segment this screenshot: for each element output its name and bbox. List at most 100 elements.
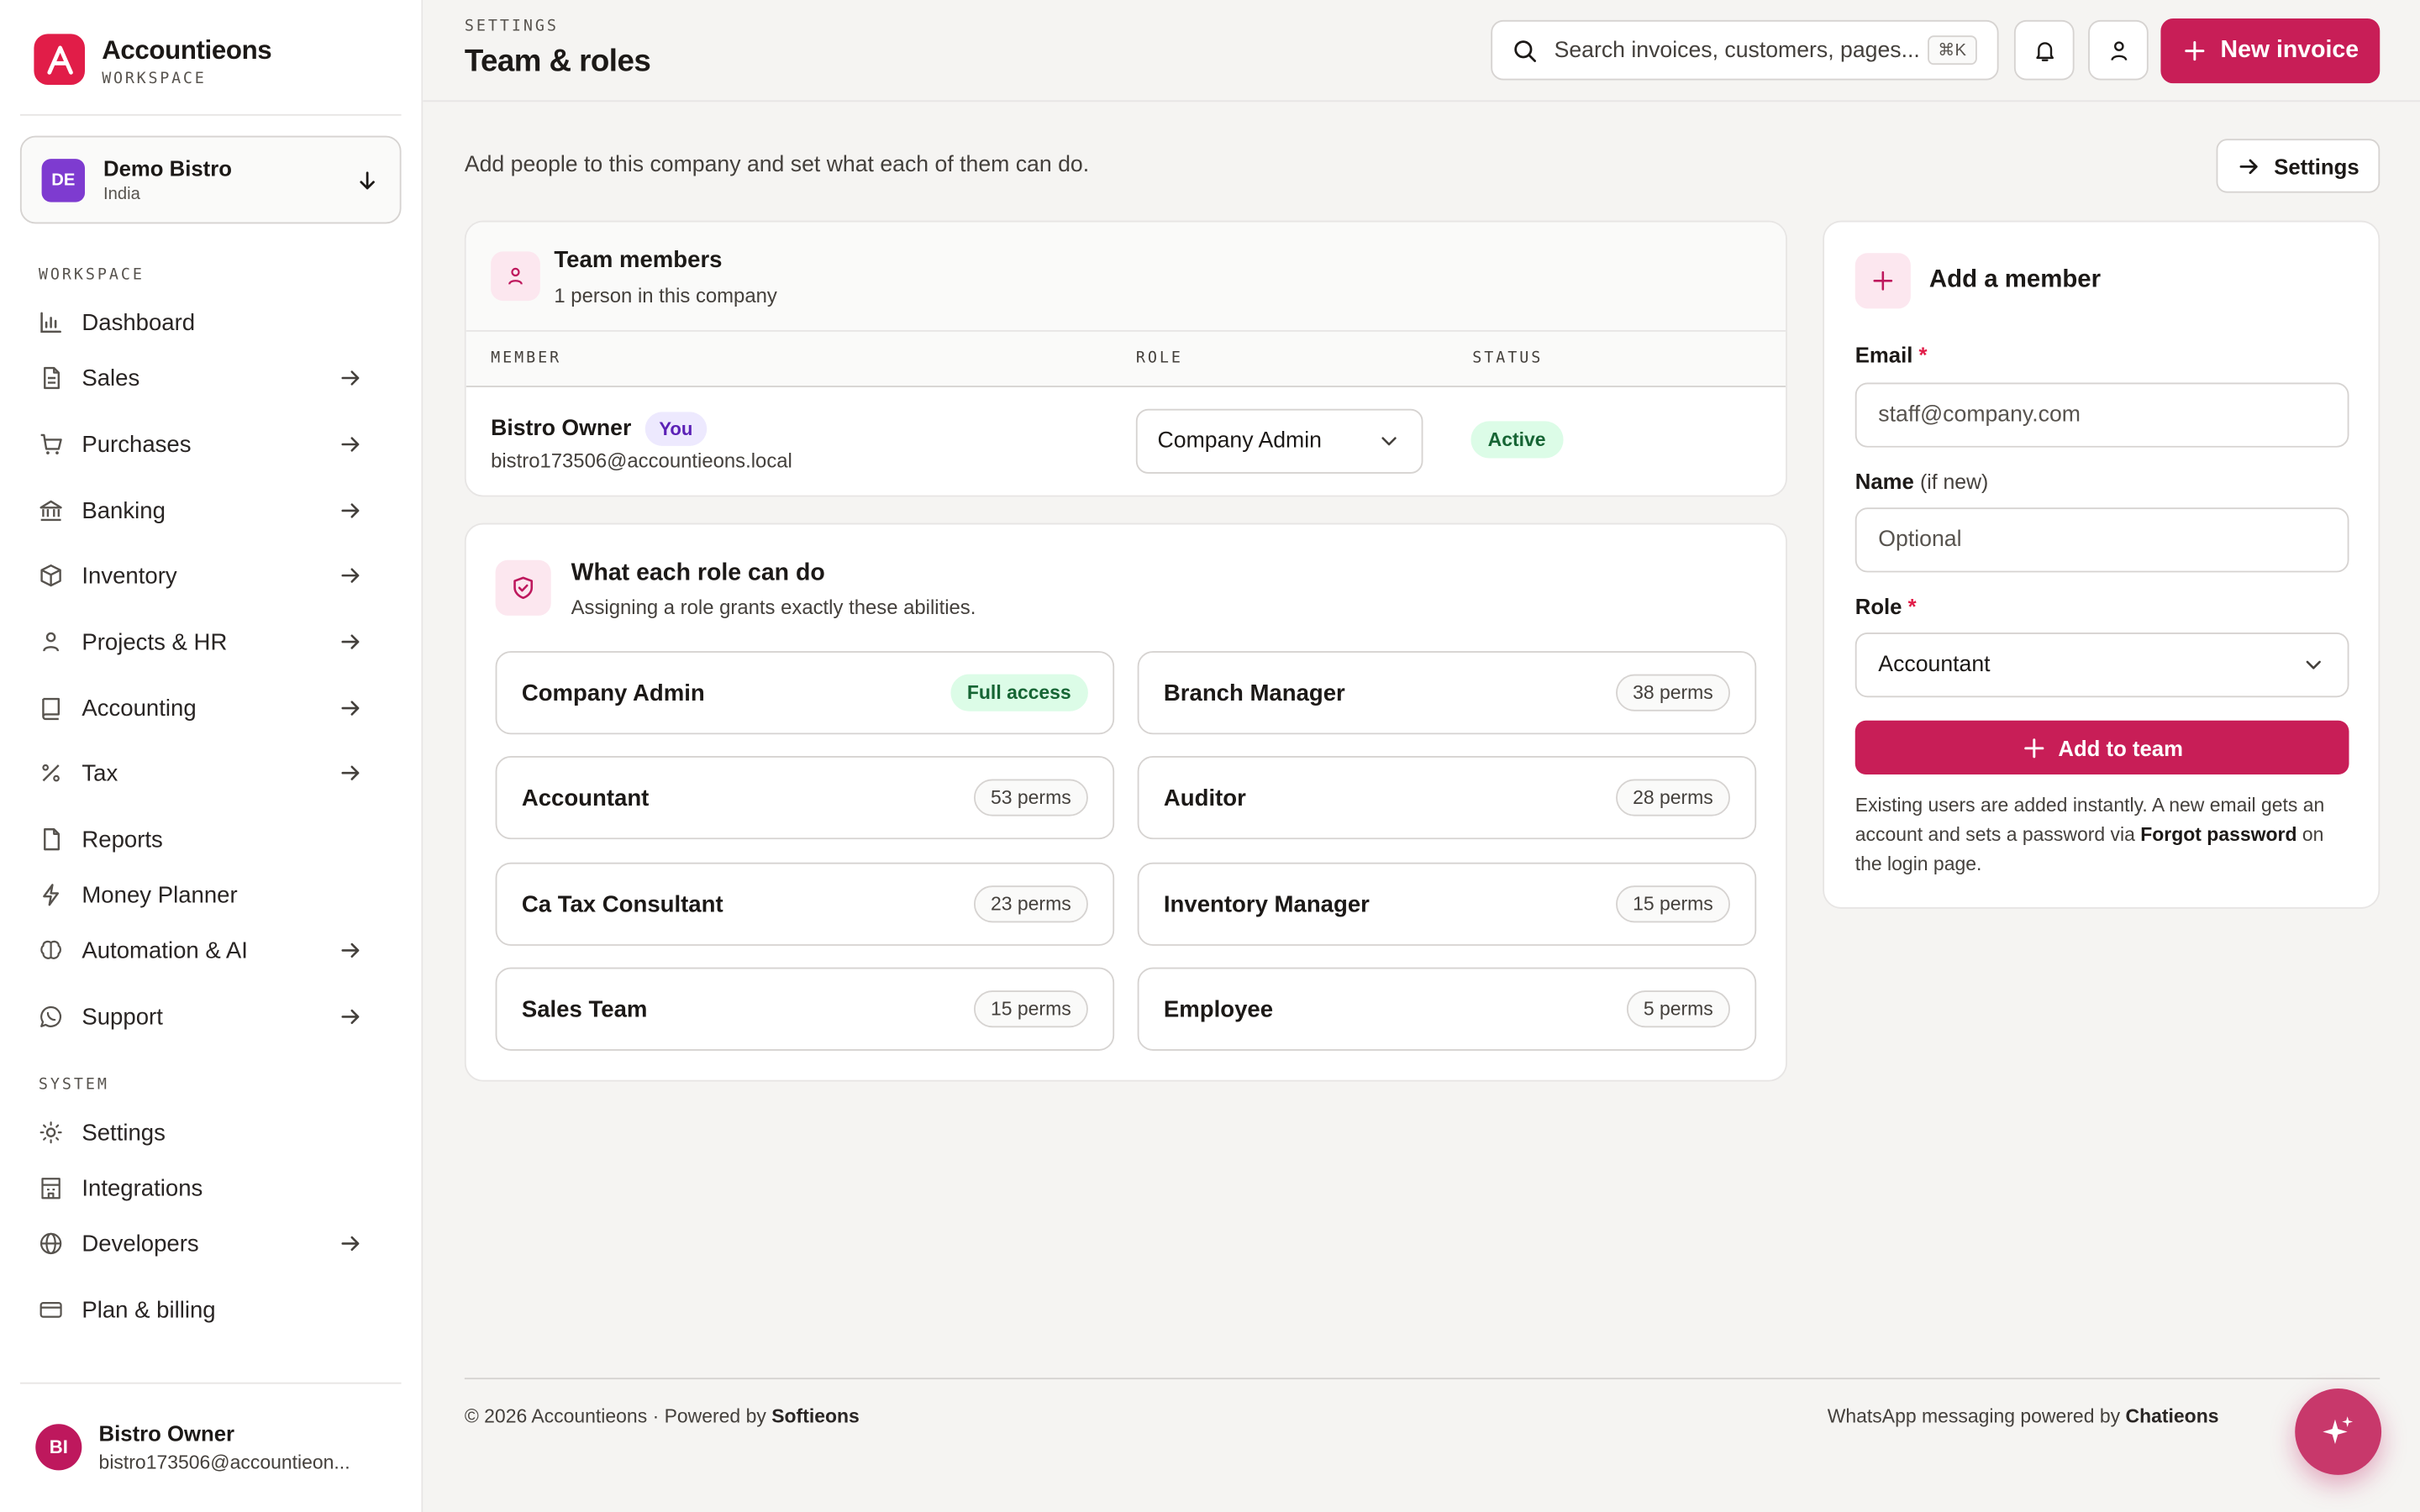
sidebar-item-integrations[interactable]: Integrations <box>39 1169 381 1206</box>
bolt-icon <box>39 883 63 907</box>
role-name: Ca Tax Consultant <box>521 890 723 917</box>
role-name: Sales Team <box>521 995 648 1022</box>
member-role-value: Company Admin <box>1157 428 1322 454</box>
sidebar-item-projects-hr[interactable]: Projects & HR <box>39 623 381 660</box>
column-header-role: ROLE <box>1135 349 1183 368</box>
sidebar-item-accounting[interactable]: Accounting <box>39 690 381 727</box>
arrow-right-icon <box>338 1231 362 1256</box>
bell-icon <box>2032 38 2056 62</box>
sidebar-item-label: Purchases <box>82 431 192 458</box>
sidebar-item-tax[interactable]: Tax <box>39 754 381 791</box>
settings-button[interactable]: Settings <box>2216 139 2381 193</box>
ai-assistant-button[interactable] <box>2295 1389 2382 1475</box>
roles-title: What each role can do <box>571 559 825 586</box>
sidebar-item-reports[interactable]: Reports <box>39 821 381 858</box>
role-tile-ca-tax-consultant[interactable]: Ca Tax Consultant 23 perms <box>495 862 1115 946</box>
person-icon <box>2106 38 2130 62</box>
footer-chatieons-link[interactable]: Chatieons <box>2125 1405 2218 1427</box>
sidebar-item-inventory[interactable]: Inventory <box>39 557 381 594</box>
breadcrumb[interactable]: SETTINGS <box>465 18 559 35</box>
add-member-card: Add a member Email * staff@company.com N… <box>1823 220 2381 909</box>
user-profile[interactable]: BI Bistro Owner bistro173506@accountieon… <box>35 1421 350 1473</box>
footer-softieons-link[interactable]: Softieons <box>771 1405 860 1427</box>
role-tile-branch-manager[interactable]: Branch Manager 38 perms <box>1137 651 1757 735</box>
team-members-subtitle: 1 person in this company <box>554 283 777 307</box>
sidebar-item-sales[interactable]: Sales <box>39 360 381 396</box>
column-header-member: MEMBER <box>491 349 562 368</box>
plus-icon <box>2021 735 2045 759</box>
sidebar-item-plan-billing[interactable]: Plan & billing <box>39 1291 381 1328</box>
sidebar-item-money-planner[interactable]: Money Planner <box>39 876 381 913</box>
avatar: BI <box>35 1424 82 1471</box>
roles-subtitle: Assigning a role grants exactly these ab… <box>571 595 976 619</box>
roles-card: What each role can do Assigning a role g… <box>464 522 1787 1082</box>
sidebar-item-banking[interactable]: Banking <box>39 492 381 529</box>
document-icon <box>39 365 63 390</box>
member-role-select[interactable]: Company Admin <box>1135 408 1423 474</box>
divider <box>19 1382 402 1384</box>
name-field[interactable]: Optional <box>1854 507 2349 573</box>
arrow-right-icon <box>338 563 362 587</box>
divider <box>19 113 402 116</box>
book-icon <box>39 696 63 721</box>
you-badge: You <box>644 412 707 446</box>
brand[interactable]: Accountieons WORKSPACE <box>34 34 272 88</box>
role-name: Branch Manager <box>1163 680 1345 706</box>
new-invoice-label: New invoice <box>2220 37 2360 64</box>
email-field[interactable]: staff@company.com <box>1854 382 2349 448</box>
intro-text: Add people to this company and set what … <box>464 152 1090 178</box>
sidebar-item-support[interactable]: Support <box>39 998 381 1035</box>
user-name: Bistro Owner <box>98 1420 235 1446</box>
sidebar-item-label: Integrations <box>82 1174 203 1201</box>
arrow-right-icon <box>338 498 362 522</box>
whatsapp-icon <box>39 1005 63 1029</box>
page-title: Team & roles <box>464 45 651 79</box>
new-invoice-button[interactable]: New invoice <box>2160 18 2381 84</box>
status-badge: Active <box>1470 421 1563 459</box>
sidebar-item-purchases[interactable]: Purchases <box>39 426 381 463</box>
shield-icon <box>495 559 551 616</box>
search-input[interactable]: Search invoices, customers, pages... ⌘K <box>1491 19 1999 81</box>
brain-icon <box>39 938 63 963</box>
company-switcher[interactable]: DE Demo Bistro India <box>19 135 402 224</box>
role-tile-sales-team[interactable]: Sales Team 15 perms <box>495 967 1115 1051</box>
sparkles-icon <box>2320 1413 2357 1450</box>
sidebar-item-label: Automation & AI <box>82 937 248 964</box>
arrow-down-icon <box>355 167 379 192</box>
name-label-text: Name <box>1854 469 1914 494</box>
role-tile-employee[interactable]: Employee 5 perms <box>1137 967 1757 1051</box>
perm-badge: 23 perms <box>973 885 1088 923</box>
arrow-right-icon <box>338 696 362 720</box>
brand-name: Accountieons <box>102 35 272 66</box>
role-tile-inventory-manager[interactable]: Inventory Manager 15 perms <box>1137 862 1757 946</box>
building-icon <box>39 1176 63 1200</box>
role-tile-auditor[interactable]: Auditor 28 perms <box>1137 756 1757 840</box>
sidebar-item-label: Sales <box>82 365 140 391</box>
role-name: Company Admin <box>521 680 705 706</box>
role-select[interactable]: Accountant <box>1854 633 2349 698</box>
plus-icon <box>2182 39 2207 63</box>
sidebar-item-automation-ai[interactable]: Automation & AI <box>39 932 381 969</box>
account-button[interactable] <box>2088 19 2149 81</box>
search-icon <box>1512 38 1537 62</box>
arrow-right-icon <box>338 938 362 963</box>
topbar: SETTINGS Team & roles Search invoices, c… <box>423 0 2420 102</box>
column-header-status: STATUS <box>1472 349 1544 368</box>
role-tile-accountant[interactable]: Accountant 53 perms <box>495 756 1115 840</box>
section-label-workspace: WORKSPACE <box>38 266 145 284</box>
notifications-button[interactable] <box>2013 19 2075 81</box>
name-label: Name (if new) <box>1855 469 1989 493</box>
sidebar-item-settings[interactable]: Settings <box>39 1114 381 1151</box>
sidebar-item-dashboard[interactable]: Dashboard <box>39 304 381 341</box>
add-to-team-button[interactable]: Add to team <box>1854 720 2349 775</box>
member-name: Bistro Owner <box>491 416 632 442</box>
footer-whatsapp-text: WhatsApp messaging powered by <box>1827 1405 2126 1427</box>
person-icon <box>491 251 540 302</box>
arrow-right-icon <box>2237 154 2261 178</box>
sidebar: Accountieons WORKSPACE DE Demo Bistro In… <box>0 0 424 1512</box>
sidebar-item-label: Inventory <box>82 562 177 589</box>
role-tile-company-admin[interactable]: Company Admin Full access <box>495 651 1115 735</box>
sidebar-item-developers[interactable]: Developers <box>39 1225 381 1262</box>
role-name: Accountant <box>521 784 650 811</box>
perm-badge: 28 perms <box>1615 779 1730 816</box>
